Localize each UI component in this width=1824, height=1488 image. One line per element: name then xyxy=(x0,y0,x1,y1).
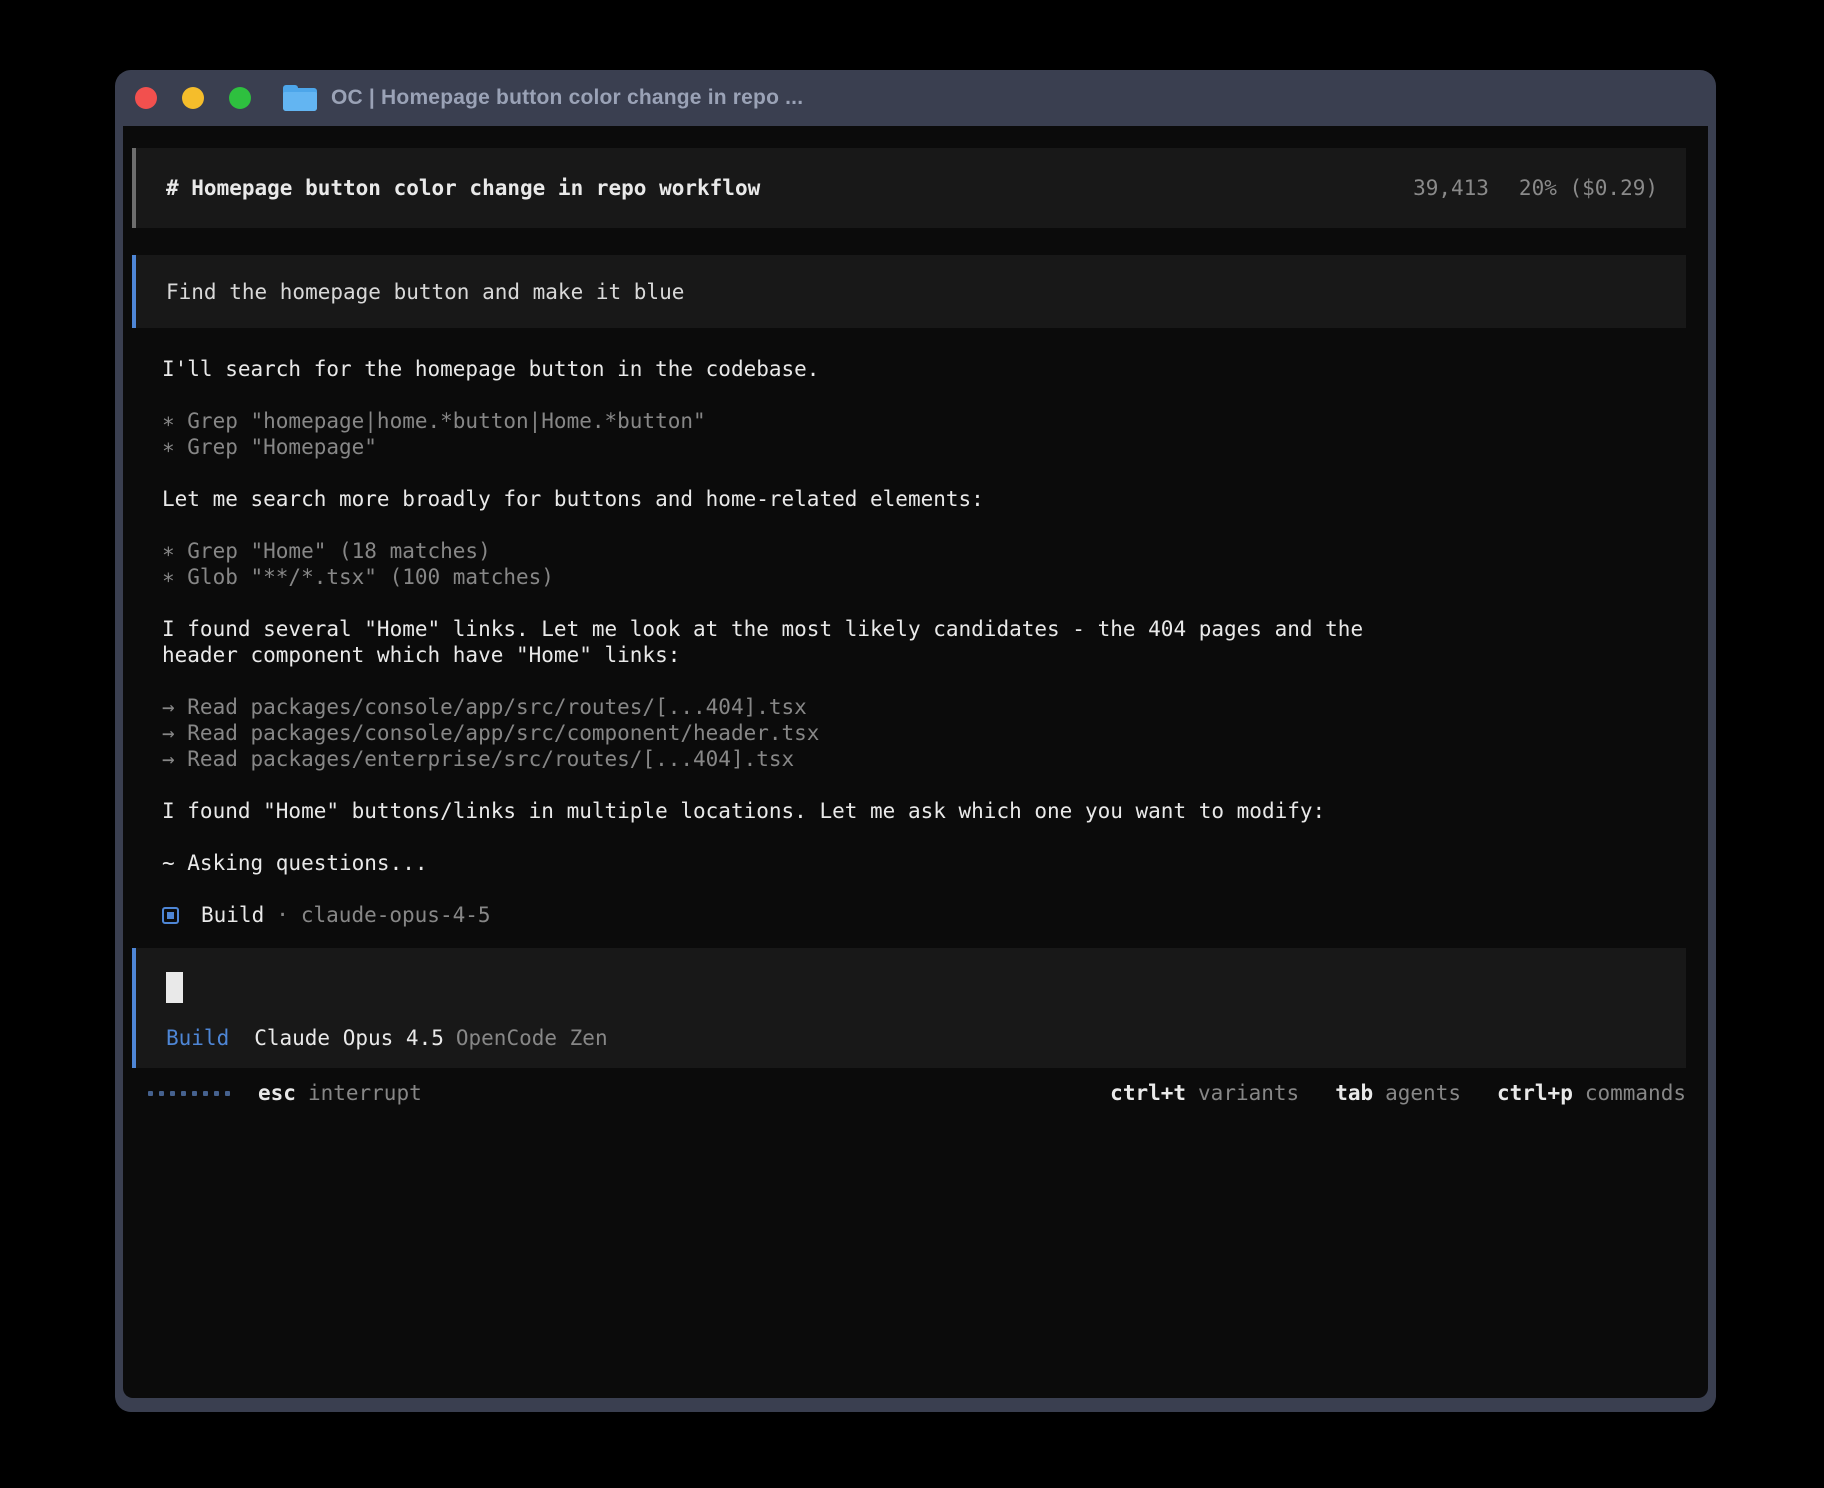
conversation-line: → Read packages/console/app/src/componen… xyxy=(162,720,1686,746)
close-button-icon[interactable] xyxy=(135,87,157,109)
context-usage: 20% ($0.29) xyxy=(1519,175,1658,201)
user-message-text: Find the homepage button and make it blu… xyxy=(166,279,684,305)
session-header: # Homepage button color change in repo w… xyxy=(132,148,1686,228)
input-provider-label: OpenCode Zen xyxy=(456,1025,608,1051)
conversation-line: ∗ Glob "**/*.tsx" (100 matches) xyxy=(162,564,1686,590)
agent-build-icon xyxy=(162,907,179,924)
model-name: claude-opus-4-5 xyxy=(301,902,491,928)
token-count: 39,413 xyxy=(1413,175,1489,201)
minimize-button-icon[interactable] xyxy=(182,87,204,109)
hint-label: interrupt xyxy=(308,1080,422,1106)
prompt-input[interactable]: Build Claude Opus 4.5 OpenCode Zen xyxy=(132,948,1686,1068)
conversation-line xyxy=(162,772,1686,798)
agent-name: Build xyxy=(201,902,264,928)
status-bar-right: ctrl+t variants tab agents ctrl+p commands xyxy=(1074,1080,1686,1106)
conversation-line: I found "Home" buttons/links in multiple… xyxy=(162,798,1686,824)
keyboard-hint: ctrl+t variants xyxy=(1110,1080,1299,1106)
conversation-line: I'll search for the homepage button in t… xyxy=(162,356,1686,382)
conversation: I'll search for the homepage button in t… xyxy=(132,356,1686,928)
text-cursor xyxy=(166,972,183,1003)
session-title: # Homepage button color change in repo w… xyxy=(166,175,760,201)
conversation-line xyxy=(162,382,1686,408)
keyboard-hint: esc interrupt xyxy=(258,1080,422,1106)
conversation-line xyxy=(162,824,1686,850)
conversation-line xyxy=(162,668,1686,694)
hint-key: ctrl+t xyxy=(1110,1080,1186,1106)
conversation-line: I found several "Home" links. Let me loo… xyxy=(162,616,1686,642)
terminal-window: OC | Homepage button color change in rep… xyxy=(115,70,1716,1412)
conversation-line: ~ Asking questions... xyxy=(162,850,1686,876)
input-meta: Build Claude Opus 4.5 OpenCode Zen xyxy=(166,1025,1656,1051)
status-bar: escinterrupt ctrl+tvariantstabagentsctrl… xyxy=(132,1080,1686,1106)
traffic-lights xyxy=(135,87,251,109)
conversation-line: Let me search more broadly for buttons a… xyxy=(162,486,1686,512)
user-message: Find the homepage button and make it blu… xyxy=(132,255,1686,328)
hint-label: commands xyxy=(1585,1080,1686,1106)
keyboard-hint: ctrl+p commands xyxy=(1497,1080,1686,1106)
conversation-line: ∗ Grep "Homepage" xyxy=(162,434,1686,460)
input-agent-label[interactable]: Build xyxy=(166,1025,229,1051)
conversation-line xyxy=(162,590,1686,616)
hint-key: tab xyxy=(1335,1080,1373,1106)
terminal-content: # Homepage button color change in repo w… xyxy=(123,126,1708,1398)
zoom-button-icon[interactable] xyxy=(229,87,251,109)
window-title: OC | Homepage button color change in rep… xyxy=(331,85,803,111)
conversation-line: → Read packages/console/app/src/routes/[… xyxy=(162,694,1686,720)
folder-icon xyxy=(283,85,317,111)
agent-status-row: Build · claude-opus-4-5 xyxy=(162,902,1686,928)
conversation-line: ∗ Grep "Home" (18 matches) xyxy=(162,538,1686,564)
keyboard-hint: tab agents xyxy=(1335,1080,1461,1106)
conversation-line: ∗ Grep "homepage|home.*button|Home.*butt… xyxy=(162,408,1686,434)
session-stats: 39,413 20% ($0.29) xyxy=(1413,175,1658,201)
hint-label: agents xyxy=(1385,1080,1461,1106)
conversation-line: → Read packages/enterprise/src/routes/[.… xyxy=(162,746,1686,772)
hint-key: ctrl+p xyxy=(1497,1080,1573,1106)
hint-key: esc xyxy=(258,1080,296,1106)
spinner-dots-icon xyxy=(148,1091,230,1096)
conversation-line: header component which have "Home" links… xyxy=(162,642,1686,668)
status-bar-left: esc interrupt xyxy=(148,1080,422,1106)
conversation-line xyxy=(162,460,1686,486)
separator-dot: · xyxy=(276,902,289,928)
input-model-label[interactable]: Claude Opus 4.5 xyxy=(254,1025,444,1051)
window-titlebar[interactable]: OC | Homepage button color change in rep… xyxy=(115,70,1716,126)
hint-label: variants xyxy=(1198,1080,1299,1106)
conversation-line xyxy=(162,512,1686,538)
